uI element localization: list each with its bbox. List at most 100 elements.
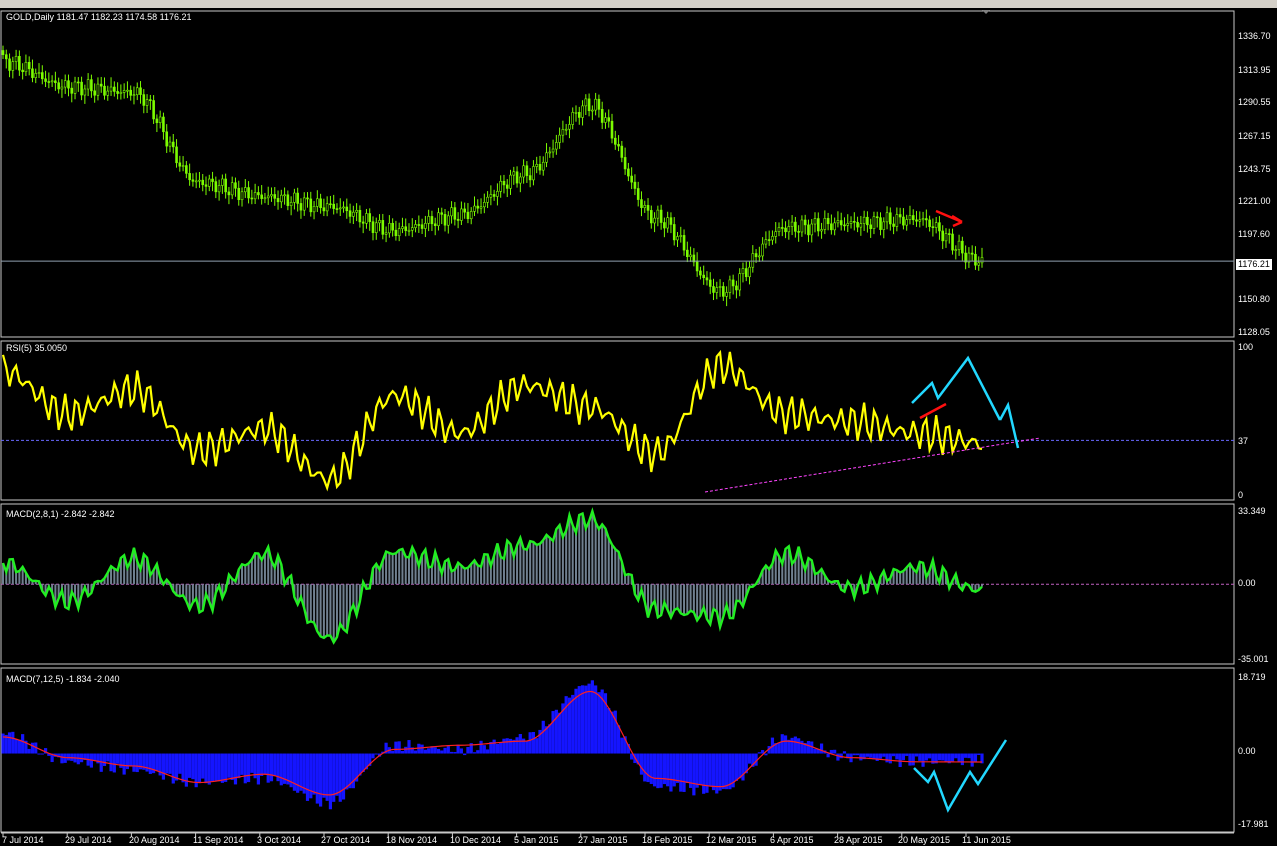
macd2-hist-bar-45 xyxy=(148,753,152,774)
macd2-hist-bar-18 xyxy=(60,753,64,764)
macd2-hist-bar-2 xyxy=(7,732,12,754)
macd2-hist-bar-85 xyxy=(279,753,283,786)
price-candle-body-75 xyxy=(247,187,250,199)
price-candle-body-213 xyxy=(699,270,702,276)
macd2-hist-bar-134 xyxy=(440,750,444,754)
price-candle-body-181 xyxy=(594,98,597,111)
price-candle-body-106 xyxy=(348,210,352,217)
chart-canvas[interactable] xyxy=(0,0,1277,846)
macd2-signal-line xyxy=(2,690,983,796)
price-candle-body-229 xyxy=(751,253,755,268)
macd2-hist-bar-132 xyxy=(433,747,437,754)
price-tick-0: 1336.70 xyxy=(1238,31,1271,41)
macd2-hist-bar-102 xyxy=(335,753,339,796)
macd2-hist-bar-242 xyxy=(793,736,797,754)
macd2-hist-bar-243 xyxy=(797,738,801,754)
macd2-hist-bar-262 xyxy=(859,753,863,761)
price-candle-body-155 xyxy=(509,174,512,189)
macd2-hist-bar-96 xyxy=(315,753,319,804)
price-candle-body-51 xyxy=(168,141,172,147)
price-candle-body-220 xyxy=(722,286,725,297)
macd2-hist-bar-90 xyxy=(296,753,300,793)
macd2-hist-bar-202 xyxy=(662,753,666,785)
macd2-hist-bar-214 xyxy=(702,753,706,794)
macd2-hist-bar-163 xyxy=(535,738,539,754)
price-candle-body-283 xyxy=(928,219,931,227)
price-candle-body-47 xyxy=(155,118,159,123)
price-candle-body-125 xyxy=(410,227,414,231)
price-candle-body-43 xyxy=(142,94,146,106)
price-candle-body-110 xyxy=(361,221,365,224)
price-candle-body-46 xyxy=(152,100,155,120)
price-candle-body-11 xyxy=(37,72,41,74)
price-candle-body-98 xyxy=(322,207,326,212)
macd2-hist-bar-152 xyxy=(499,742,503,754)
macd2-hist-bar-274 xyxy=(898,753,902,768)
macd2-hist-bar-34 xyxy=(112,753,116,773)
macd2-hist-bar-238 xyxy=(780,734,784,754)
macd2-hist-bar-205 xyxy=(672,753,676,787)
price-candle-body-16 xyxy=(54,80,57,84)
price-candle-body-257 xyxy=(843,224,846,227)
price-candle-body-243 xyxy=(797,231,800,233)
macd2-hist-bar-51 xyxy=(168,753,172,774)
price-candle-body-70 xyxy=(230,182,234,196)
price-candle-body-82 xyxy=(270,194,273,197)
price-candle-body-197 xyxy=(646,205,650,211)
price-candle-body-260 xyxy=(853,221,856,223)
price-tick-2: 1290.55 xyxy=(1238,97,1271,107)
price-candle-body-183 xyxy=(600,109,604,123)
macd2-hist-bar-226 xyxy=(741,753,745,781)
price-candle-body-299 xyxy=(980,257,984,264)
macd2-hist-bar-270 xyxy=(885,753,889,763)
price-candle-body-158 xyxy=(519,176,522,184)
price-candle-body-167 xyxy=(548,151,552,154)
macd2-hist-bar-200 xyxy=(656,753,660,789)
price-candle-body-288 xyxy=(944,233,948,242)
price-candle-body-26 xyxy=(86,79,90,90)
price-candle-body-21 xyxy=(70,87,74,94)
price-candle-body-204 xyxy=(669,217,673,225)
price-candle-body-179 xyxy=(587,98,591,111)
price-candle-body-116 xyxy=(381,220,385,235)
macd2-hist-bar-295 xyxy=(967,753,971,759)
price-candle-body-109 xyxy=(358,210,362,223)
macd2-hist-bar-211 xyxy=(692,753,696,796)
price-candle-body-152 xyxy=(499,180,502,192)
price-candle-body-24 xyxy=(80,81,83,96)
macd2-hist-bar-80 xyxy=(263,753,267,774)
macd2-hist-bar-246 xyxy=(806,741,811,754)
macd2-hist-bar-83 xyxy=(273,753,277,777)
macd2-hist-bar-177 xyxy=(580,685,585,754)
price-candle-body-262 xyxy=(859,223,863,228)
price-ohlc-label: 1181.47 1182.23 1174.58 1176.21 xyxy=(56,12,192,22)
price-candle-body-184 xyxy=(604,117,607,123)
macd2-hist-bar-206 xyxy=(675,753,680,783)
price-candle-body-84 xyxy=(276,198,280,203)
price-candle-body-121 xyxy=(397,228,401,237)
macd2-hist-bar-208 xyxy=(682,753,686,792)
pane-frame-rsi xyxy=(0,340,1235,501)
macd2-hist-bar-291 xyxy=(954,753,958,759)
price-candle-body-267 xyxy=(875,216,879,219)
price-tick-5: 1221.00 xyxy=(1238,196,1271,206)
macd2-hist-bar-32 xyxy=(106,753,110,762)
macd2-hist-bar-275 xyxy=(901,753,906,761)
macd2-hist-bar-148 xyxy=(485,749,490,754)
price-candle-body-292 xyxy=(957,240,961,250)
macd2-hist-bar-267 xyxy=(875,753,879,761)
macd2-hist-bar-144 xyxy=(472,752,477,754)
macd2-hist-bar-160 xyxy=(525,740,529,754)
price-candle-body-28 xyxy=(93,90,96,96)
date-label-13: 28 Apr 2015 xyxy=(834,835,883,845)
macd2-hist-bar-198 xyxy=(649,753,653,784)
macd2-hist-bar-139 xyxy=(456,744,460,754)
price-candle-body-265 xyxy=(869,224,872,229)
macd2-hist-bar-252 xyxy=(826,753,830,758)
macd2-hist-bar-290 xyxy=(950,753,955,762)
price-candle-body-105 xyxy=(345,206,349,212)
price-tick-4: 1243.75 xyxy=(1238,164,1271,174)
macd2-hist-bar-271 xyxy=(888,753,892,764)
macd2-cyan-arrow-annotation xyxy=(913,739,1008,813)
price-candle-body-142 xyxy=(466,211,470,220)
